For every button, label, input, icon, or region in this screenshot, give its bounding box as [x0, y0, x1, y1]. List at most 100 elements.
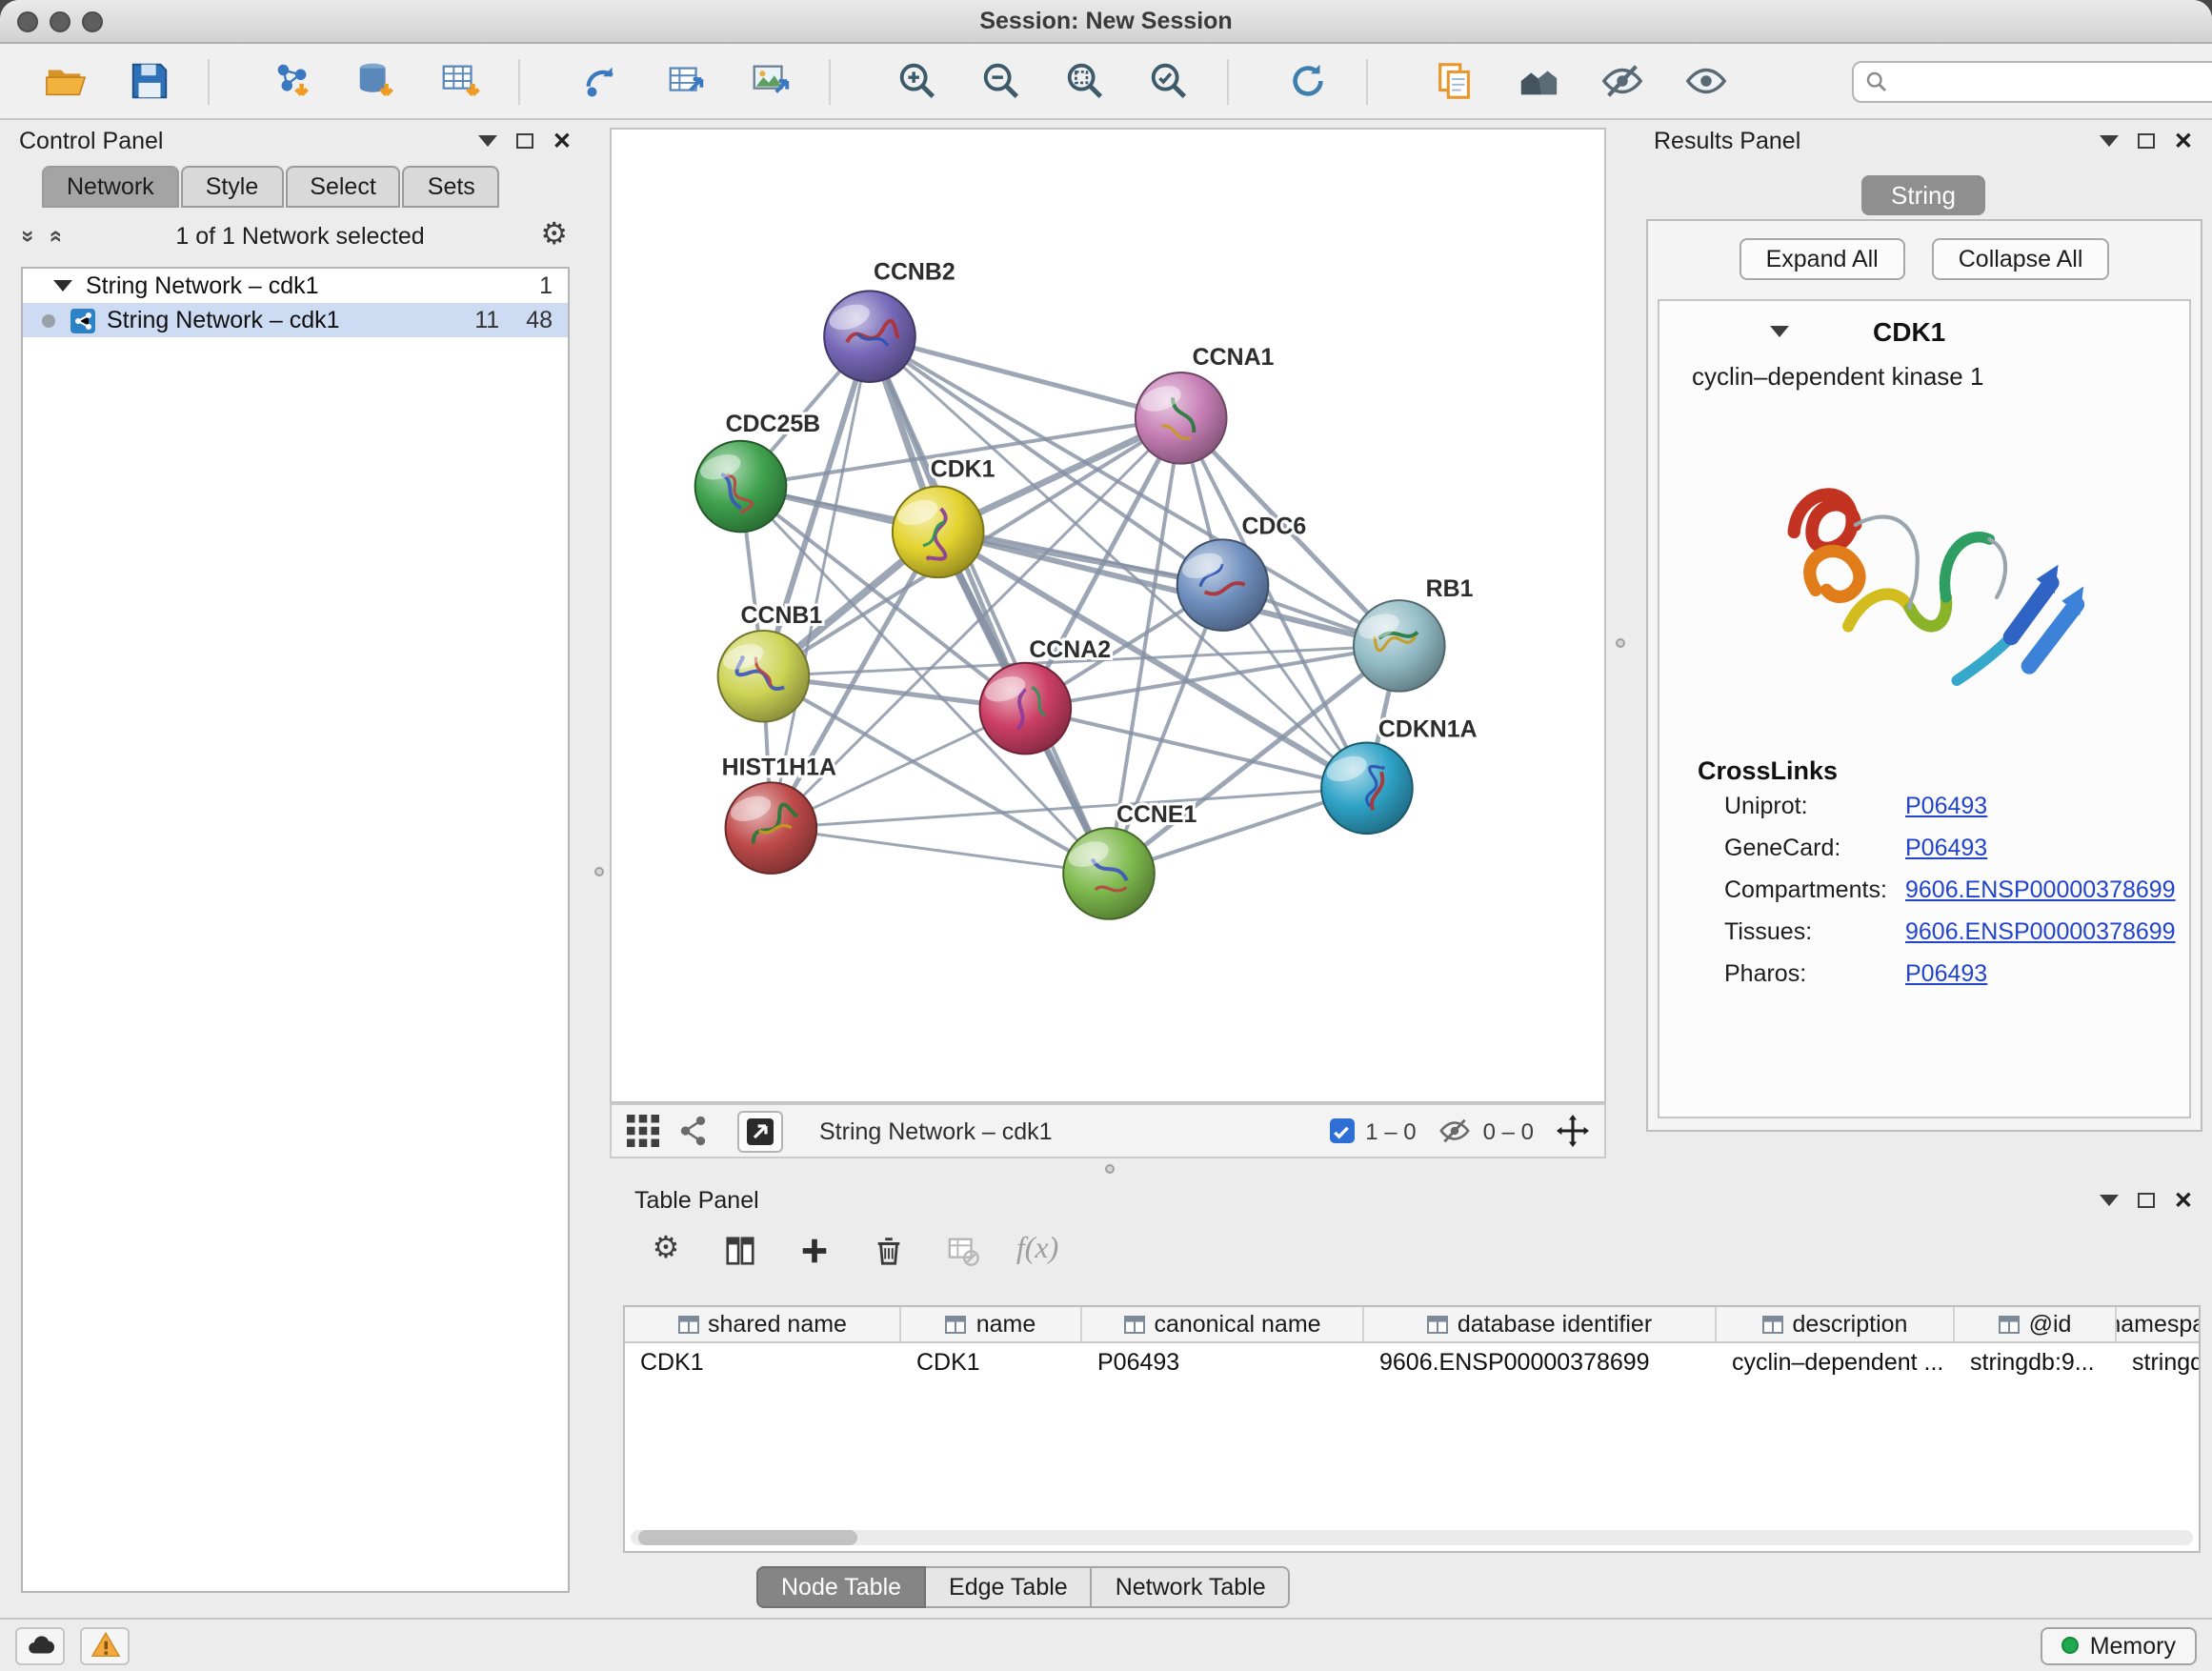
crosslink-link[interactable]: P06493 [1905, 835, 1987, 861]
network-collection-row[interactable]: String Network – cdk1 1 [23, 269, 568, 303]
tab-network[interactable]: Network [42, 166, 179, 208]
delete-column-button[interactable] [871, 1232, 907, 1268]
open-session-button[interactable] [40, 56, 90, 106]
network-node-CCNB2[interactable] [824, 291, 915, 382]
column-header[interactable]: canonical name [1082, 1307, 1364, 1341]
export-image-button[interactable] [745, 56, 794, 106]
zoom-fit-button[interactable] [1059, 56, 1109, 106]
panel-menu-icon[interactable] [2100, 1195, 2119, 1206]
table-cell[interactable]: cyclin–dependent ... [1717, 1343, 1955, 1379]
scrollbar-thumb[interactable] [638, 1530, 857, 1545]
table-cell[interactable]: stringdb:9... [1955, 1343, 2117, 1379]
zoom-out-button[interactable] [975, 56, 1025, 106]
refresh-button[interactable] [1282, 56, 1332, 106]
zoom-selected-button[interactable] [1143, 56, 1193, 106]
right-splitter-handle[interactable] [1616, 638, 1625, 648]
tree-expand-icon[interactable] [53, 280, 72, 292]
collapse-all-icon[interactable]: » [40, 230, 67, 242]
left-splitter-handle[interactable] [594, 867, 604, 876]
crosslink-link[interactable]: P06493 [1905, 793, 1987, 819]
network-node-HIST1H1A[interactable] [726, 782, 817, 874]
panel-float-icon[interactable] [2138, 1193, 2155, 1208]
selected-checkbox-icon[interactable] [1329, 1118, 1354, 1143]
network-node-CDK1[interactable] [893, 487, 984, 578]
network-node-CCNB1[interactable] [718, 631, 810, 722]
network-node-CDKN1A[interactable] [1321, 742, 1413, 834]
move-crosshair-icon[interactable] [1557, 1115, 1589, 1147]
panel-menu-icon[interactable] [478, 135, 497, 147]
network-node-CDC25B[interactable] [695, 441, 787, 533]
gear-icon[interactable]: ⚙ [540, 221, 568, 252]
crosslink-link[interactable]: 9606.ENSP00000378699 [1905, 918, 2176, 945]
crosslink-link[interactable]: 9606.ENSP00000378699 [1905, 876, 2176, 903]
collapse-gene-icon[interactable] [1770, 326, 1789, 337]
table-cell[interactable]: CDK1 [625, 1343, 901, 1379]
import-network-database-button[interactable] [351, 56, 400, 106]
network-row[interactable]: String Network – cdk1 11 48 [23, 303, 568, 337]
bottom-splitter-handle[interactable] [1105, 1164, 1115, 1174]
import-table-file-button[interactable] [434, 56, 484, 106]
panel-close-icon[interactable]: ✕ [553, 130, 572, 152]
search-input[interactable] [1898, 68, 2212, 94]
tab-edge-table[interactable]: Edge Table [926, 1566, 1093, 1608]
tab-style[interactable]: Style [181, 166, 284, 208]
minimize-window-button[interactable] [50, 11, 70, 32]
panel-float-icon[interactable] [2138, 133, 2155, 149]
export-network-button[interactable] [661, 56, 711, 106]
expand-all-icon[interactable]: » [16, 230, 43, 242]
table-cell[interactable]: 9606.ENSP00000378699 [1364, 1343, 1717, 1379]
import-network-file-button[interactable] [267, 56, 316, 106]
crosslink-link[interactable]: P06493 [1905, 960, 1987, 987]
save-session-button[interactable] [124, 56, 173, 106]
table-cell[interactable]: CDK1 [901, 1343, 1082, 1379]
network-node-RB1[interactable] [1354, 600, 1445, 692]
close-window-button[interactable] [17, 11, 38, 32]
zoom-in-button[interactable] [892, 56, 941, 106]
table-cell[interactable]: P06493 [1082, 1343, 1364, 1379]
show-columns-button[interactable] [722, 1232, 758, 1268]
column-type-icon [946, 1314, 967, 1335]
tab-node-table[interactable]: Node Table [756, 1566, 926, 1608]
expand-all-button[interactable]: Expand All [1739, 238, 1905, 280]
panel-close-icon[interactable]: ✕ [2174, 130, 2193, 152]
network-node-CCNA1[interactable] [1136, 372, 1227, 464]
network-share-icon[interactable] [676, 1115, 709, 1147]
column-header[interactable]: shared name [625, 1307, 901, 1341]
show-all-button[interactable] [1680, 56, 1730, 106]
table-cell[interactable]: stringdb [2117, 1343, 2199, 1379]
hide-selected-button[interactable] [1597, 56, 1646, 106]
cloud-status-button[interactable] [15, 1626, 65, 1664]
home-button[interactable] [1513, 56, 1562, 106]
string-tab[interactable]: String [1860, 175, 1986, 215]
copy-button[interactable] [1429, 56, 1478, 106]
network-canvas[interactable]: CCNB2CCNA1CDC25BCDK1CDC6RB1CCNB1CCNA2CDK… [610, 128, 1606, 1103]
grid-view-icon[interactable] [627, 1115, 659, 1147]
network-arrows-icon [580, 59, 624, 103]
column-header[interactable]: name [901, 1307, 1082, 1341]
column-header[interactable]: database identifier [1364, 1307, 1717, 1341]
tab-network-table[interactable]: Network Table [1093, 1566, 1291, 1608]
table-row[interactable]: CDK1 CDK1 P06493 9606.ENSP00000378699 cy… [625, 1343, 2199, 1379]
column-header[interactable]: namespac [2117, 1307, 2199, 1341]
panel-float-icon[interactable] [516, 133, 533, 149]
add-column-button[interactable] [796, 1232, 833, 1268]
panel-close-icon[interactable]: ✕ [2174, 1189, 2193, 1212]
table-settings-gear-icon[interactable]: ⚙ [648, 1232, 684, 1268]
network-node-CCNE1[interactable] [1063, 828, 1155, 919]
tab-sets[interactable]: Sets [403, 166, 500, 208]
panel-menu-icon[interactable] [2100, 135, 2119, 147]
warnings-button[interactable] [80, 1626, 130, 1664]
column-header[interactable]: description [1717, 1307, 1955, 1341]
network-node-CCNA2[interactable] [980, 663, 1072, 755]
function-builder-button[interactable]: f(x) [1019, 1232, 1056, 1268]
column-header[interactable]: @id [1955, 1307, 2117, 1341]
memory-button[interactable]: Memory [2041, 1626, 2197, 1664]
delete-table-button[interactable] [945, 1232, 981, 1268]
tab-select[interactable]: Select [285, 166, 401, 208]
new-network-button[interactable] [577, 56, 627, 106]
collapse-all-button[interactable]: Collapse All [1932, 238, 2110, 280]
maximize-window-button[interactable] [82, 11, 103, 32]
network-node-CDC6[interactable] [1177, 539, 1269, 631]
horizontal-scrollbar[interactable] [631, 1530, 2193, 1545]
export-view-button[interactable] [737, 1110, 783, 1152]
